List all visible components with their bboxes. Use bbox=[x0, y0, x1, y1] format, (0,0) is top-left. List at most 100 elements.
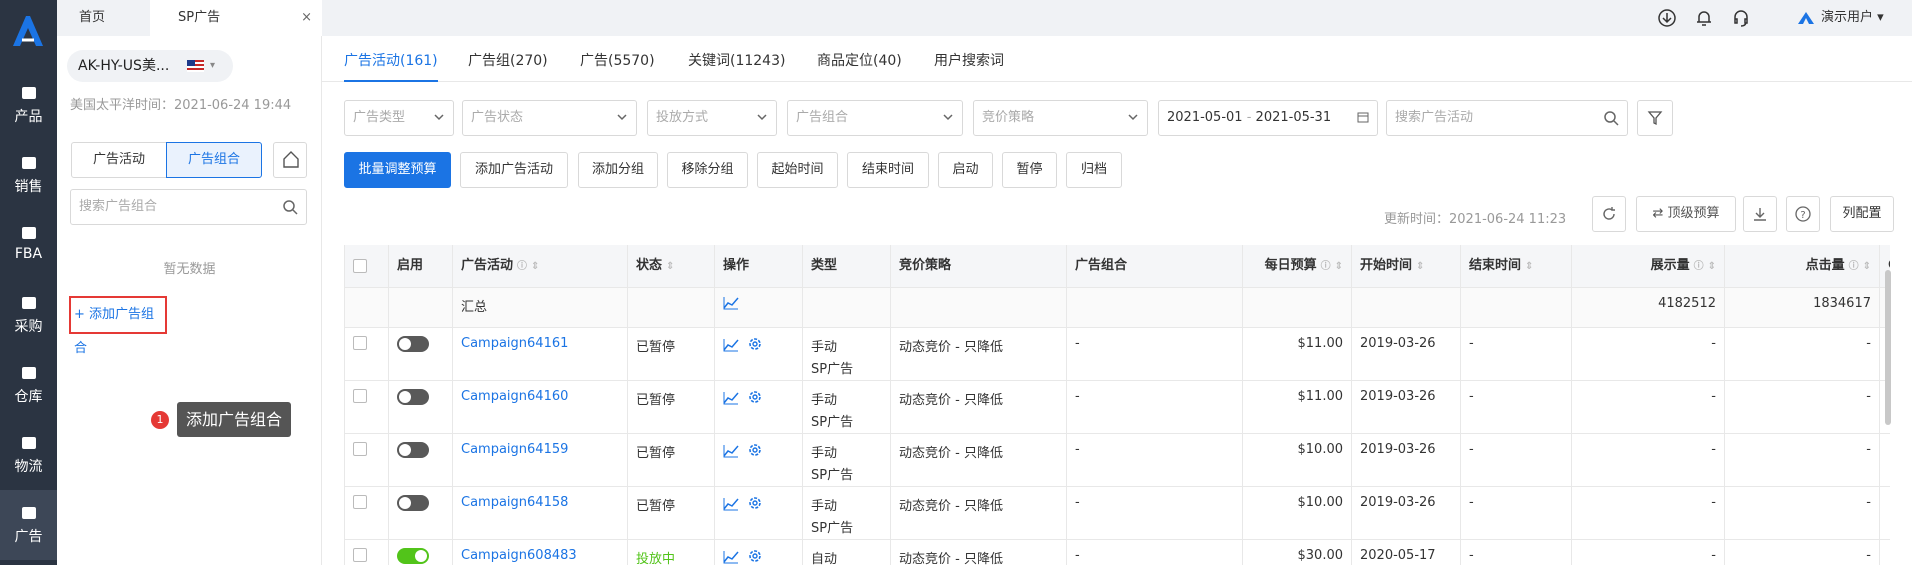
gear-icon[interactable] bbox=[747, 548, 763, 564]
account-selector[interactable]: AK-HY-US美... ▾ bbox=[67, 50, 233, 82]
row-checkbox[interactable] bbox=[353, 336, 367, 350]
action-button-0[interactable]: 批量调整预算 bbox=[344, 152, 451, 188]
enable-toggle[interactable] bbox=[397, 336, 429, 352]
column-config-button[interactable]: 列配置 bbox=[1830, 196, 1894, 232]
refresh-button[interactable] bbox=[1592, 196, 1626, 232]
help-button[interactable]: ? bbox=[1786, 196, 1820, 232]
top-budget-button[interactable]: ⇄ 顶级预算 bbox=[1636, 196, 1736, 232]
app-logo-icon[interactable] bbox=[9, 14, 47, 48]
search-icon[interactable] bbox=[282, 199, 298, 215]
advanced-filter-button[interactable] bbox=[1637, 100, 1673, 136]
subtab-5[interactable]: 用户搜索词 bbox=[934, 36, 1004, 82]
trend-chart-icon[interactable] bbox=[723, 550, 739, 564]
action-button-4[interactable]: 起始时间 bbox=[757, 152, 838, 188]
nav-item-5[interactable]: 物流 bbox=[0, 420, 57, 490]
enable-toggle[interactable] bbox=[397, 495, 429, 511]
campaign-search-input[interactable]: 搜索广告活动 bbox=[1386, 100, 1628, 136]
row-select[interactable] bbox=[345, 434, 389, 486]
row-checkbox[interactable] bbox=[353, 548, 367, 562]
nav-item-4[interactable]: 仓库 bbox=[0, 350, 57, 420]
seg-campaign[interactable]: 广告活动 bbox=[71, 142, 167, 178]
tab-home[interactable]: 首页 bbox=[79, 0, 105, 36]
gear-icon[interactable] bbox=[747, 389, 763, 405]
add-portfolio-button[interactable]: + 添加广告组合 bbox=[69, 296, 167, 356]
nav-item-6[interactable]: 广告 bbox=[0, 490, 57, 560]
export-button[interactable] bbox=[1743, 196, 1777, 232]
campaign-link[interactable]: Campaign608483 bbox=[461, 548, 577, 563]
row-checkbox[interactable] bbox=[353, 389, 367, 403]
campaign-link[interactable]: Campaign64161 bbox=[461, 336, 568, 351]
budget-value[interactable]: $10.00 bbox=[1298, 495, 1344, 510]
sort-icon[interactable]: ⇕ bbox=[666, 261, 674, 272]
nav-item-1[interactable]: 销售 bbox=[0, 140, 57, 210]
gear-icon[interactable] bbox=[747, 442, 763, 458]
user-menu[interactable]: 演示用户 ▾ bbox=[1821, 0, 1884, 36]
headset-icon[interactable] bbox=[1731, 8, 1751, 28]
sort-icon[interactable]: ⇕ bbox=[531, 261, 539, 272]
scrollbar[interactable] bbox=[1885, 270, 1891, 425]
action-button-2[interactable]: 添加分组 bbox=[578, 152, 658, 188]
subtab-4[interactable]: 商品定位(40) bbox=[817, 36, 902, 82]
budget-value[interactable]: $11.00 bbox=[1298, 336, 1344, 351]
type-cell: 自动 bbox=[803, 540, 891, 565]
row-select[interactable] bbox=[345, 540, 389, 565]
campaign-link[interactable]: Campaign64158 bbox=[461, 495, 568, 510]
trend-chart-icon[interactable] bbox=[723, 497, 739, 511]
action-button-3[interactable]: 移除分组 bbox=[667, 152, 748, 188]
campaign-link[interactable]: Campaign64160 bbox=[461, 389, 568, 404]
gear-icon[interactable] bbox=[747, 336, 763, 352]
row-select[interactable] bbox=[345, 328, 389, 380]
subtab-0[interactable]: 广告活动(161) bbox=[344, 36, 438, 82]
enable-toggle[interactable] bbox=[397, 548, 429, 564]
action-button-6[interactable]: 启动 bbox=[938, 152, 993, 188]
tab-sp-ads[interactable]: SP广告 × bbox=[150, 0, 322, 36]
clicks-cell: - bbox=[1725, 487, 1880, 539]
portfolio-filter[interactable]: 广告组合 bbox=[787, 100, 963, 136]
action-button-1[interactable]: 添加广告活动 bbox=[460, 152, 568, 188]
ad-status-filter[interactable]: 广告状态 bbox=[462, 100, 637, 136]
sort-icon[interactable]: ⇕ bbox=[1416, 261, 1424, 272]
nav-item-3[interactable]: 采购 bbox=[0, 280, 57, 350]
budget-value[interactable]: $11.00 bbox=[1298, 389, 1344, 404]
delivery-filter[interactable]: 投放方式 bbox=[647, 100, 777, 136]
seg-portfolio[interactable]: 广告组合 bbox=[166, 142, 262, 178]
date-range-picker[interactable]: 2021-05-01 - 2021-05-31 bbox=[1158, 100, 1378, 136]
impr-cell: - bbox=[1572, 434, 1725, 486]
bidding-filter[interactable]: 竞价策略 bbox=[973, 100, 1148, 136]
campaign-link[interactable]: Campaign64159 bbox=[461, 442, 568, 457]
row-select[interactable] bbox=[345, 381, 389, 433]
trend-chart-icon[interactable] bbox=[723, 391, 739, 405]
header-select[interactable] bbox=[345, 245, 389, 287]
portfolio-search-input[interactable]: 搜索广告组合 bbox=[70, 189, 307, 225]
action-button-8[interactable]: 归档 bbox=[1066, 152, 1122, 188]
sort-icon[interactable]: ⇕ bbox=[1863, 261, 1871, 272]
sort-icon[interactable]: ⇕ bbox=[1525, 261, 1533, 272]
row-checkbox[interactable] bbox=[353, 495, 367, 509]
trend-chart-icon[interactable] bbox=[723, 338, 739, 352]
sort-icon[interactable]: ⇕ bbox=[1335, 261, 1343, 272]
enable-toggle[interactable] bbox=[397, 442, 429, 458]
budget-value[interactable]: $10.00 bbox=[1298, 442, 1344, 457]
subtab-3[interactable]: 关键词(11243) bbox=[688, 36, 785, 82]
budget-value[interactable]: $30.00 bbox=[1298, 548, 1344, 563]
subtab-1[interactable]: 广告组(270) bbox=[468, 36, 548, 82]
close-icon[interactable]: × bbox=[301, 0, 312, 36]
home-button[interactable] bbox=[273, 142, 307, 178]
action-button-5[interactable]: 结束时间 bbox=[847, 152, 929, 188]
trend-chart-icon[interactable] bbox=[723, 296, 739, 310]
row-select[interactable] bbox=[345, 487, 389, 539]
enable-toggle[interactable] bbox=[397, 389, 429, 405]
gear-icon[interactable] bbox=[747, 495, 763, 511]
download-icon[interactable] bbox=[1657, 8, 1677, 28]
nav-item-0[interactable]: 产品 bbox=[0, 70, 57, 140]
select-all-checkbox[interactable] bbox=[353, 259, 367, 273]
subtab-2[interactable]: 广告(5570) bbox=[580, 36, 655, 82]
sort-icon[interactable]: ⇕ bbox=[1708, 261, 1716, 272]
ad-type-filter[interactable]: 广告类型 bbox=[344, 100, 454, 136]
action-button-7[interactable]: 暂停 bbox=[1002, 152, 1057, 188]
nav-item-2[interactable]: FBA bbox=[0, 210, 57, 280]
bell-icon[interactable] bbox=[1694, 8, 1714, 28]
trend-chart-icon[interactable] bbox=[723, 444, 739, 458]
search-icon[interactable] bbox=[1603, 110, 1619, 126]
row-checkbox[interactable] bbox=[353, 442, 367, 456]
